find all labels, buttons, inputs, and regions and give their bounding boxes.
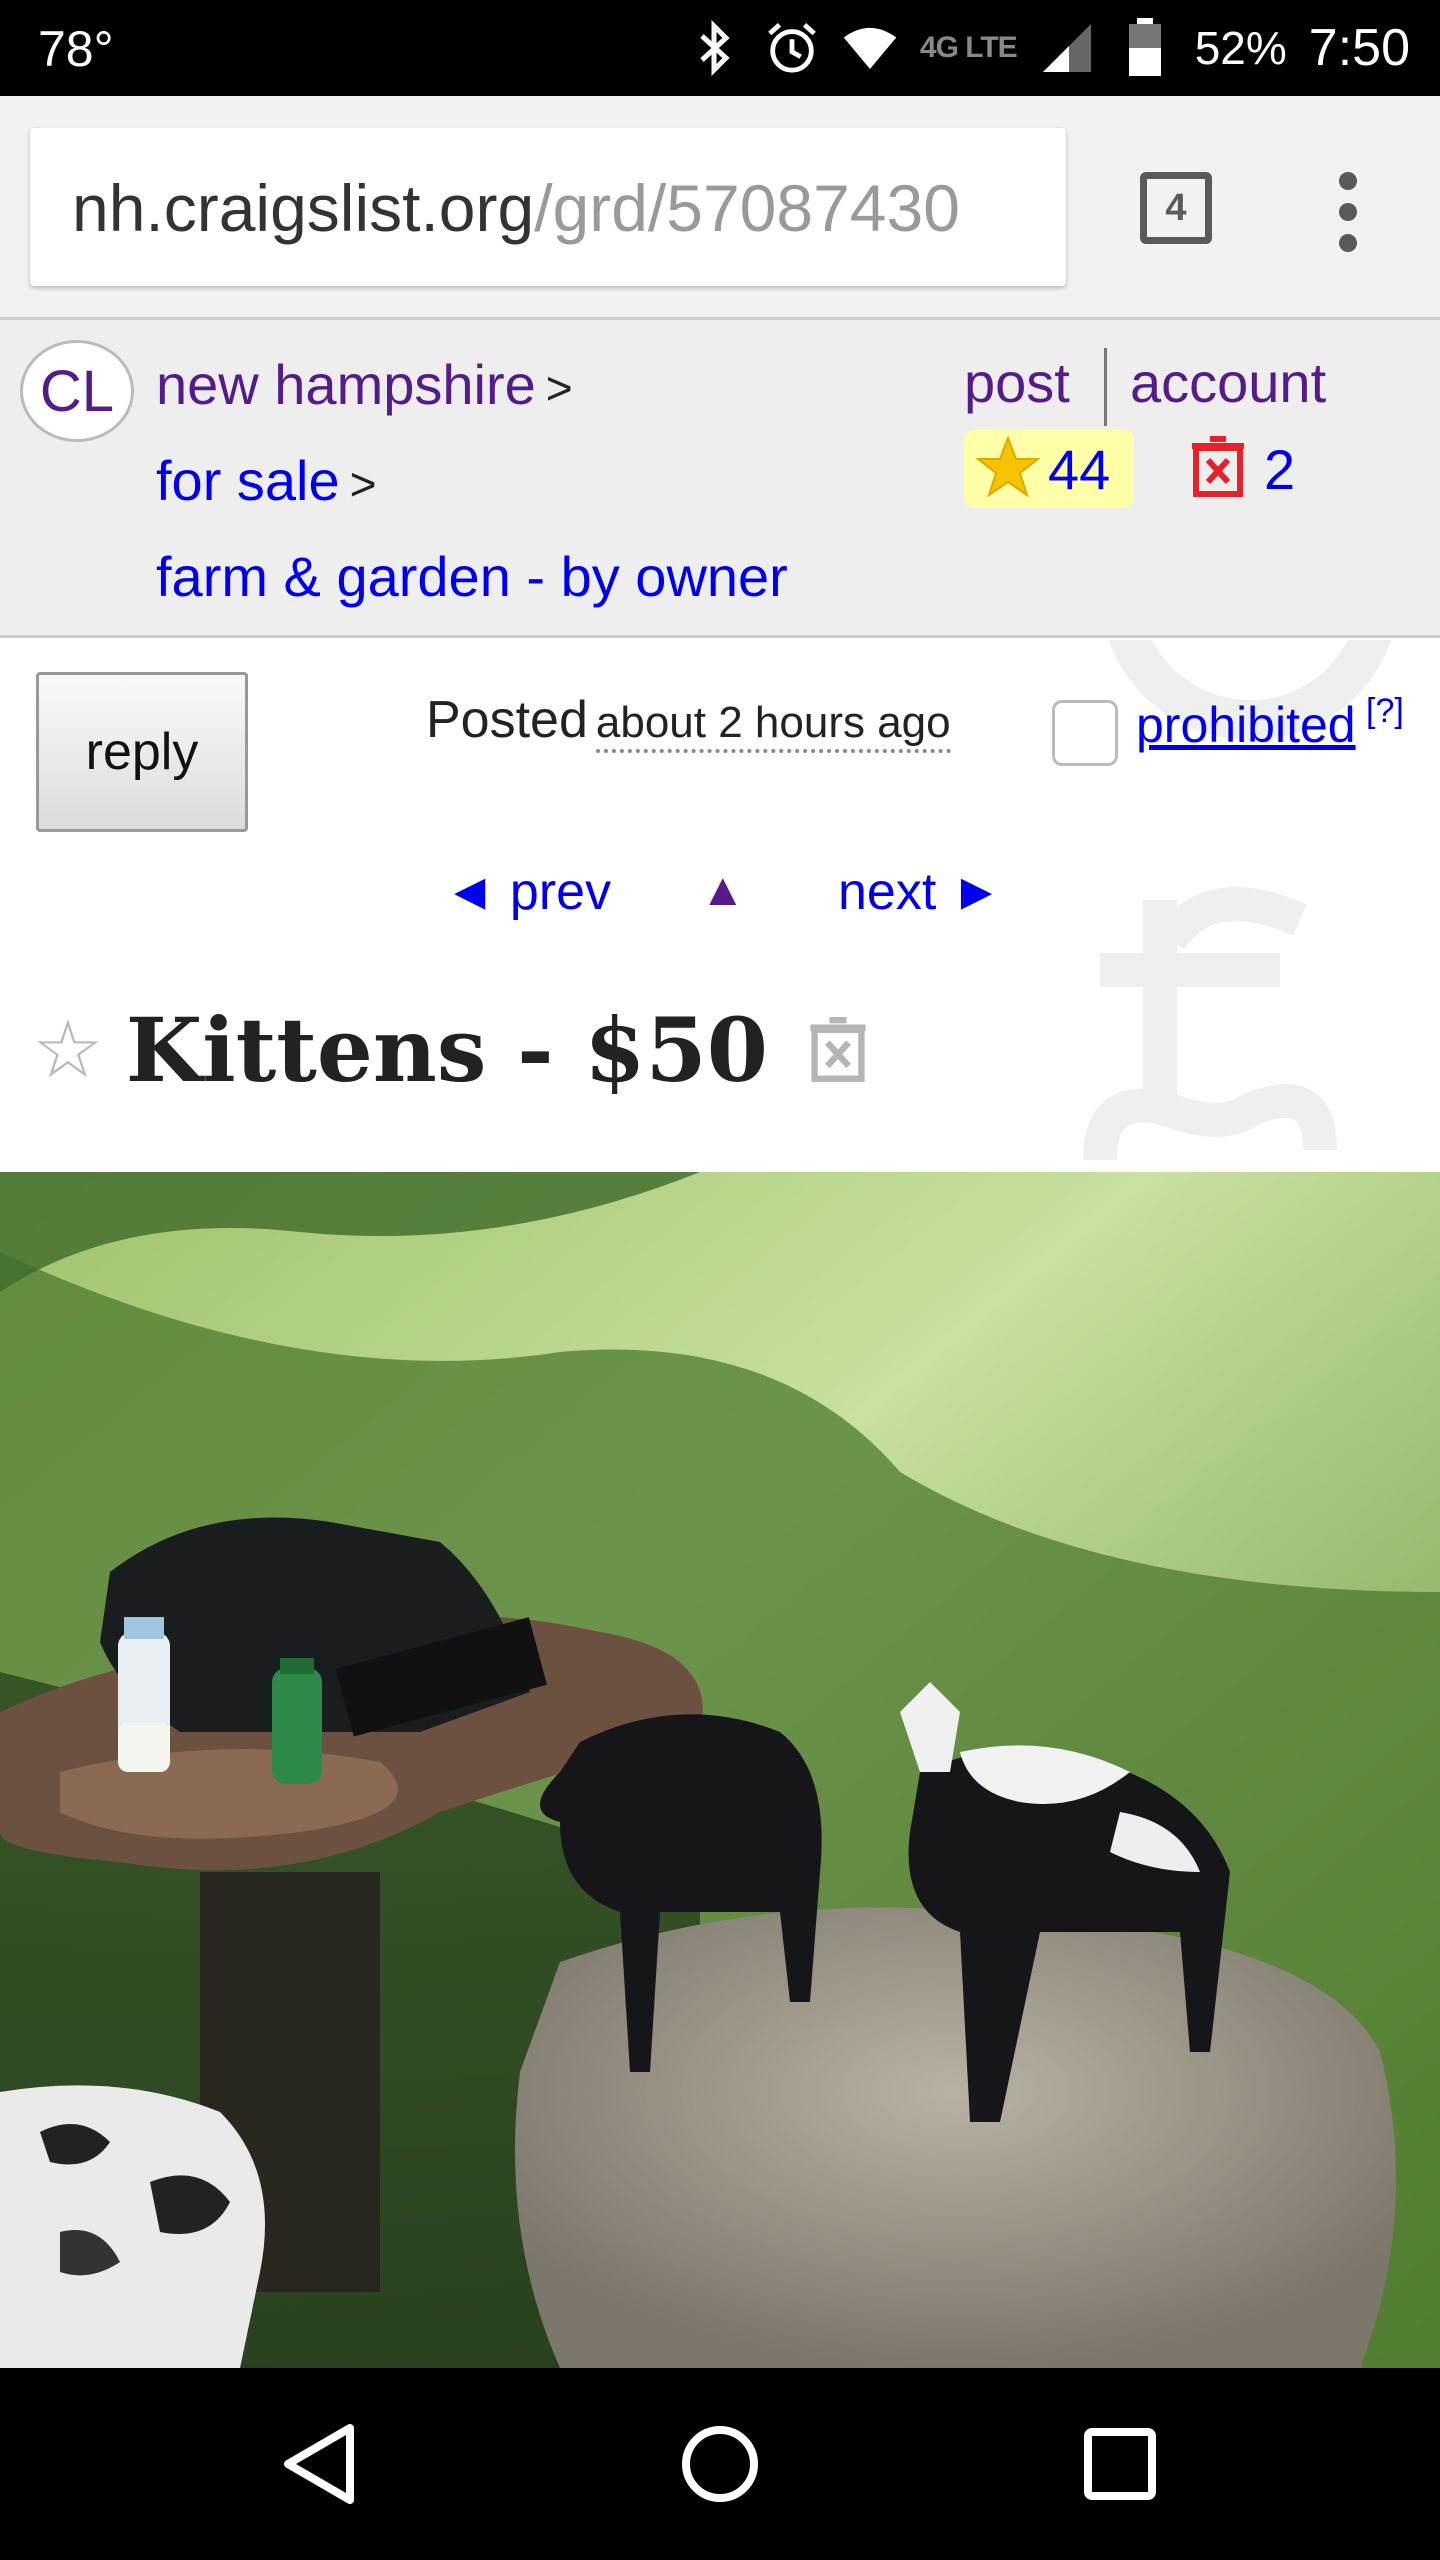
watermark-letter-s [1083,1084,1337,1161]
trash-x-icon [1190,435,1246,503]
breadcrumb-link-state[interactable]: new hampshire [156,353,536,416]
status-icons: 4G LTE 52% 7:50 [686,0,1410,96]
posted-info: Posted about 2 hours ago [426,690,951,753]
breadcrumb-state: new hampshire > [156,352,573,417]
home-icon[interactable] [670,2414,770,2514]
network-label: 4G LTE [919,31,1018,64]
system-nav-bar [0,2368,1440,2560]
posted-label: Posted [426,691,588,749]
next-posting-link[interactable]: next ► [838,862,1002,922]
url-domain: nh.craigslist.org [72,171,535,245]
posting-title-row: ☆ Kittens - $50 [32,990,868,1110]
breadcrumb-separator: > [349,458,377,510]
battery-percent: 52% [1194,22,1287,74]
url-text: nh.craigslist.org/grd/57087430 [72,170,960,246]
craigslist-logo[interactable]: CL [20,340,134,442]
favorites-count: 44 [1048,437,1111,501]
craigslist-header: CL new hampshire > for sale > farm & garde… [0,320,1440,638]
prev-posting-link[interactable]: ◄ prev [444,862,611,922]
prohibited-checkbox[interactable] [1052,700,1118,766]
alarm-icon [764,20,820,76]
favorites-button[interactable]: 44 [964,430,1134,508]
tab-switcher-button[interactable]: 4 [1140,172,1212,244]
battery-icon [1117,18,1173,76]
browser-toolbar: nh.craigslist.org/grd/57087430 4 [0,96,1440,320]
wifi-icon [842,20,898,76]
posted-time: about 2 hours ago [595,698,951,753]
breadcrumb-link-subcategory[interactable]: farm & garden - by owner [156,545,788,608]
breadcrumb-link-category[interactable]: for sale [156,449,340,512]
more-vert-icon[interactable] [1328,172,1368,252]
star-icon [975,434,1041,503]
account-link[interactable]: account [1130,350,1326,415]
reply-button[interactable]: reply [36,672,248,832]
temperature: 78° [38,21,114,77]
listing-photo[interactable] [0,1172,1440,2368]
help-link[interactable]: [?] [1366,692,1404,731]
posting-title: Kittens - $50 [125,998,768,1102]
screen: 78° 4G LTE 52% 7:50 nh.craigslist.org/gr… [0,0,1440,2560]
breadcrumb-category: for sale > [156,448,377,513]
hidden-button[interactable]: 2 [1190,430,1295,508]
header-divider [1104,348,1107,426]
signal-icon [1039,20,1095,76]
url-bar[interactable]: nh.craigslist.org/grd/57087430 [30,128,1066,286]
clock: 7:50 [1308,19,1410,77]
hidden-count: 2 [1264,437,1296,501]
up-to-results-link[interactable]: ▲ [700,862,746,916]
url-path: /grd/57087430 [534,171,960,245]
breadcrumb-subcategory: farm & garden - by owner [156,544,788,609]
hide-posting-icon[interactable] [808,1017,868,1083]
back-icon[interactable] [270,2414,370,2514]
status-bar: 78° 4G LTE 52% 7:50 [0,0,1440,96]
recents-icon[interactable] [1070,2414,1170,2514]
bluetooth-icon [686,20,742,76]
prohibited-link[interactable]: prohibited [1136,696,1356,754]
post-link[interactable]: post [964,350,1070,415]
favorite-star-icon[interactable]: ☆ [32,1010,104,1090]
breadcrumb-separator: > [545,362,573,414]
